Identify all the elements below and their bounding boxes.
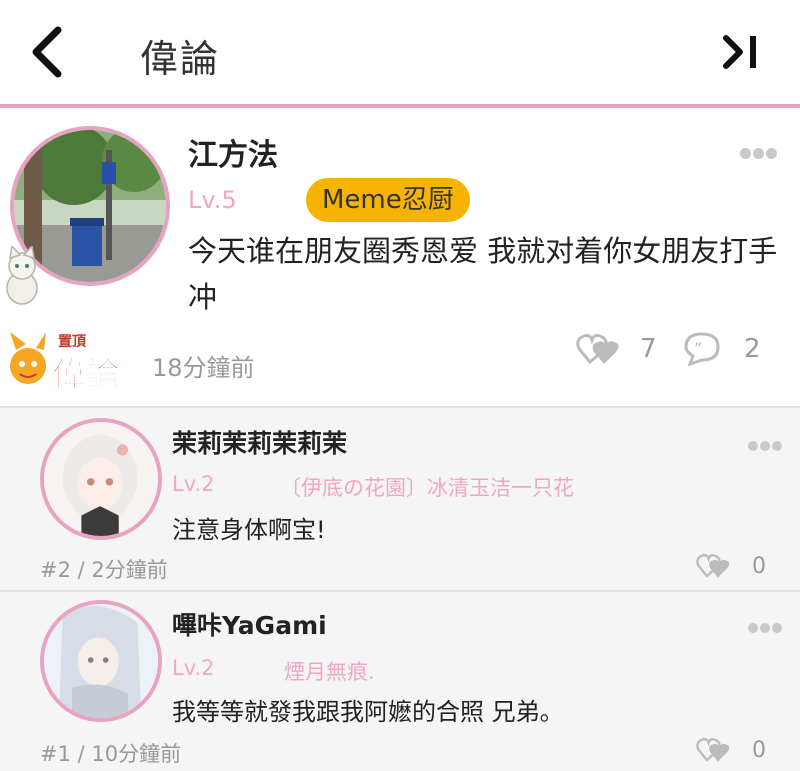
reply-meta: #1 / 10分鐘前	[40, 742, 182, 766]
reply-item: 茉莉茉莉茉莉茉 Lv.2 〔伊底の花園〕冰清玉洁一只花 注意身体啊宝! #2 /…	[0, 406, 800, 590]
reply-text: 注意身体啊宝!	[172, 516, 326, 544]
user-title-tag: 〔伊底の花園〕冰清玉洁一只花	[280, 476, 574, 500]
top-bar: 偉論	[0, 0, 800, 104]
reply-text: 我等等就發我跟我阿嬷的合照 兄弟。	[172, 698, 564, 726]
reply-item: 嗶咔YaGami Lv.2 煙月無痕. 我等等就發我跟我阿嬷的合照 兄弟。 #1…	[0, 590, 800, 771]
reply-username[interactable]: 嗶咔YaGami	[172, 606, 327, 642]
user-badge: Meme忍厨	[306, 178, 470, 222]
user-level: Lv.5	[188, 186, 237, 214]
post-username[interactable]: 江方法	[188, 130, 278, 174]
reply-meta: #2 / 2分鐘前	[40, 558, 168, 582]
svg-text:”: ”	[694, 339, 702, 358]
heart-like-icon[interactable]	[696, 550, 732, 580]
pinned-logo: 置頂 偉論	[10, 332, 121, 392]
like-count: 7	[640, 334, 657, 364]
heart-like-icon[interactable]	[696, 734, 732, 764]
avatar[interactable]	[40, 418, 162, 540]
pin-main-text: 偉論	[52, 355, 120, 392]
more-dots-icon[interactable]	[748, 618, 788, 633]
user-level: Lv.2	[172, 472, 215, 496]
post-content: 今天谁在朋友圈秀恩爱 我就对着你女朋友打手冲	[188, 234, 778, 314]
pin-top-text: 置頂	[58, 333, 87, 350]
user-title-tag: 煙月無痕.	[284, 660, 375, 684]
back-arrow-icon[interactable]	[28, 26, 68, 78]
more-dots-icon[interactable]	[748, 436, 788, 451]
reply-username[interactable]: 茉莉茉莉茉莉茉	[172, 424, 347, 460]
skip-to-last-icon[interactable]	[722, 32, 766, 72]
heart-like-icon[interactable]	[576, 330, 622, 366]
post-time: 18分鐘前	[152, 354, 255, 382]
user-level: Lv.2	[172, 656, 215, 680]
avatar[interactable]	[40, 600, 162, 722]
page-title: 偉論	[140, 37, 221, 81]
comment-bubble-icon[interactable]: ”	[682, 330, 722, 366]
more-dots-icon[interactable]	[740, 144, 780, 159]
cat-sticker-icon	[6, 246, 38, 305]
like-count: 0	[752, 554, 766, 579]
like-count: 0	[752, 738, 766, 763]
main-post: 江方法 Lv.5 Meme忍厨 今天谁在朋友圈秀恩爱 我就对着你女朋友打手冲 置…	[0, 108, 800, 406]
comment-count: 2	[744, 334, 761, 364]
